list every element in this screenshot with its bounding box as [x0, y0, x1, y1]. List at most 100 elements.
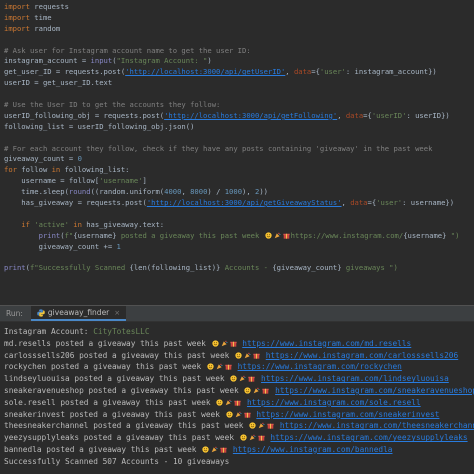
console-row-link[interactable]: https://www.instagram.com/yeezysupplylea…	[270, 433, 467, 442]
console-row-link[interactable]: https://www.instagram.com/rockychen	[238, 362, 402, 371]
console-row-emojis	[243, 386, 270, 395]
keyword: in	[73, 219, 82, 229]
close-icon[interactable]: ×	[114, 309, 120, 317]
code-editor[interactable]: import requests import time import random #…	[0, 0, 474, 302]
console-row-message: posted a giveaway this past week	[79, 433, 239, 443]
gift-emoji-icon	[229, 341, 237, 347]
console-row-user: sneakerinvest	[4, 409, 66, 419]
code-token: {username}	[73, 230, 117, 240]
smiley-emoji-icon	[240, 434, 247, 441]
console-row-user: rockychen	[4, 362, 47, 372]
url-string[interactable]: 'http://localhost:3000/api/getGiveawaySt…	[147, 198, 342, 207]
console-row-user: md.resells	[4, 338, 51, 348]
console-row-link[interactable]: https://www.instagram.com/sneakerinvest	[256, 410, 439, 419]
console-prompt: Instagram Account:	[4, 327, 94, 336]
url-string[interactable]: 'http://localhost:3000/api/getFollowing'	[164, 111, 337, 120]
party-popper-emoji-icon	[249, 434, 256, 441]
console-row-message: posted a giveaway this past week	[55, 397, 216, 407]
console-row-link[interactable]: https://www.instagram.com/bannedla	[233, 445, 393, 454]
number: 4000	[164, 187, 182, 197]
console-row-emojis	[201, 445, 228, 454]
party-popper-emoji-icon	[216, 364, 223, 370]
number: 0	[77, 154, 82, 164]
code-line: giveaway_count += 1	[4, 242, 459, 253]
console-row-message: posted a giveaway this past week	[88, 421, 249, 431]
builtin: print	[38, 230, 61, 240]
code-line: userID_following_obj = requests.post('ht…	[4, 111, 459, 122]
smiley-emoji-icon	[235, 351, 242, 359]
party-popper-emoji-icon	[235, 411, 242, 417]
code-line: get_user_ID = requests.post('http://loca…	[4, 67, 459, 78]
code-token: ={	[363, 110, 372, 120]
code-line: has_giveaway = requests.post('http://loc…	[4, 198, 459, 209]
python-icon	[37, 308, 45, 317]
console-row-link[interactable]: https://www.instagram.com/md.resells	[242, 339, 411, 348]
console-row: rockychen posted a giveaway this past we…	[4, 362, 402, 371]
console-row-user: bannedla	[4, 444, 42, 454]
gift-emoji-icon	[225, 365, 232, 371]
console-row-link[interactable]: https://www.instagram.com/sneakeravenues…	[275, 386, 474, 395]
console-row-emojis	[248, 421, 275, 430]
console-row-link[interactable]: https://www.instagram.com/lindseyluouisa	[261, 374, 449, 383]
console-row-emojis	[206, 362, 233, 371]
string: f"	[64, 230, 74, 240]
code-token: {giveaway_count}	[272, 263, 342, 273]
console-row-user: yeezysupplyleaks	[4, 433, 80, 443]
console-row-emojis	[239, 433, 266, 442]
console-row-link[interactable]: https://www.instagram.com/sole.resell	[247, 398, 421, 407]
string: 'active'	[34, 219, 69, 229]
party-popper-emoji-icon	[225, 399, 232, 406]
console-row-message: posted a giveaway this past week	[69, 374, 230, 384]
gift-emoji-icon	[253, 353, 260, 359]
smiley-emoji-icon	[265, 232, 272, 239]
code-comment: # Ask user for Instagram account name to…	[4, 45, 251, 55]
code-token: time.sleep(	[4, 187, 69, 197]
smiley-emoji-icon	[207, 363, 214, 371]
number: 1000	[224, 187, 243, 197]
code-line: username = follow['username']	[4, 176, 459, 187]
console-row: md.resells posted a giveaway this past w…	[4, 339, 411, 348]
code-line: instagram_account = input("Instagram Acc…	[4, 56, 459, 67]
string: "Instagram Account: "	[116, 56, 208, 66]
param: data	[345, 110, 364, 120]
console-output[interactable]: Instagram Account: CityTotesLLC md.resel…	[4, 326, 474, 468]
console-row-link[interactable]: https://www.instagram.com/theesneakercha…	[280, 421, 474, 430]
console-row: sneakerinvest posted a giveaway this pas…	[4, 410, 439, 419]
console-row-user: sole.resell	[4, 397, 56, 407]
console-row: carlosssells206 posted a giveaway this p…	[4, 351, 458, 360]
console-row-message: posted a giveaway this past week	[46, 362, 206, 372]
run-console[interactable]: Instagram Account: CityTotesLLC md.resel…	[0, 322, 474, 474]
keyword: import	[4, 12, 30, 22]
console-row: bannedla posted a giveaway this past wee…	[4, 445, 392, 454]
url-string[interactable]: 'http://localhost:3000/api/getUserID'	[125, 67, 285, 76]
party-popper-emoji-icon	[211, 446, 218, 453]
keyword: import	[4, 2, 30, 11]
console-row-message: posted a giveaway this past week	[50, 338, 211, 348]
code-line: giveaway_count = 0	[4, 154, 459, 165]
party-popper-emoji-icon	[274, 232, 281, 239]
console-row: lindseyluouisa posted a giveaway this pa…	[4, 374, 449, 383]
gift-emoji-icon	[243, 412, 251, 418]
run-tab-title: giveaway_finder	[47, 308, 110, 317]
builtin: print	[4, 263, 26, 273]
console-row-user: sneakeravenueshop	[4, 385, 84, 395]
run-tab-giveaway-finder[interactable]: giveaway_finder ×	[30, 306, 127, 321]
code-line: print(f"{username} posted a giveaway thi…	[4, 230, 460, 242]
code-token: giveaway_count +=	[4, 241, 117, 251]
console-row-message: posted a giveaway this past week	[74, 350, 235, 360]
number: 1	[116, 241, 121, 251]
code-text[interactable]: import requests import time import random #…	[4, 2, 459, 274]
console-row-message: posted a giveaway this past week	[41, 444, 202, 454]
code-line: for follow in following_list:	[4, 165, 459, 176]
code-line: print(f"Successfully Scanned {len(follow…	[4, 263, 459, 274]
number: 8000	[190, 187, 208, 197]
console-row-emojis	[211, 339, 238, 348]
string: https://www.instagram.com/	[290, 230, 404, 240]
code-token: : instagram_account})	[345, 67, 437, 77]
code-token: : userID})	[406, 110, 450, 120]
console-row-link[interactable]: https://www.instagram.com/carlosssells20…	[266, 351, 458, 360]
